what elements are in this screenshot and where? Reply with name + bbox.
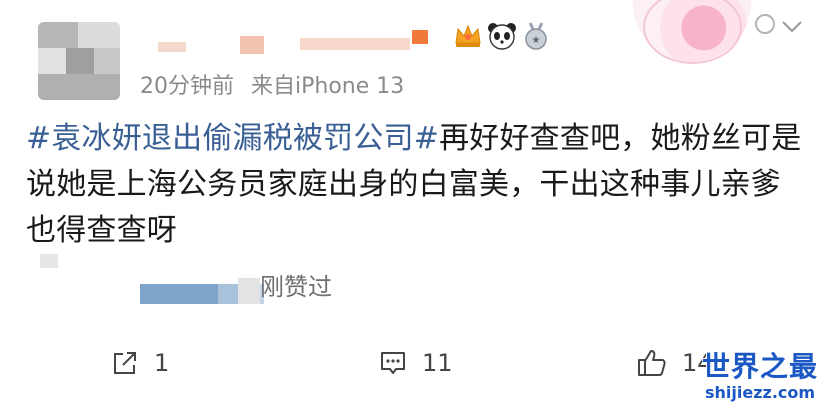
svg-text:★: ★ xyxy=(532,35,541,46)
blurred-mark xyxy=(40,254,58,268)
comment-icon xyxy=(381,352,405,374)
post-timestamp: 20分钟前 xyxy=(140,74,234,99)
watermark-url: shijiezz.com xyxy=(704,383,816,402)
user-badges: ★ xyxy=(452,20,552,52)
post-source: 来自iPhone 13 xyxy=(251,74,405,99)
comment-button[interactable]: 11 xyxy=(378,348,453,378)
circle-icon xyxy=(755,14,775,34)
topic-link[interactable]: #袁冰妍退出偷漏税被罚公司# xyxy=(26,121,439,156)
medal-icon: ★ xyxy=(520,20,552,52)
post-content: #袁冰妍退出偷漏税被罚公司#再好好查查吧，她粉丝可是说她是上海公务员家庭出身的白… xyxy=(26,116,806,254)
comment-count: 11 xyxy=(422,349,453,377)
repost-button[interactable]: 1 xyxy=(110,348,169,378)
crown-icon xyxy=(452,20,484,52)
username-blurred[interactable] xyxy=(150,30,440,54)
card-sticker-decoration xyxy=(633,0,751,64)
thumbs-up-icon xyxy=(638,350,666,376)
panda-icon xyxy=(486,20,518,52)
watermark-title: 世界之最 xyxy=(702,350,819,383)
share-icon xyxy=(114,352,136,374)
avatar[interactable] xyxy=(38,22,120,100)
liked-label: 刚赞过 xyxy=(260,273,332,301)
repost-count: 1 xyxy=(154,349,170,377)
post-meta: 20分钟前 来自iPhone 13 xyxy=(140,68,404,100)
site-watermark: 世界之最 shijiezz.com xyxy=(702,345,818,402)
chevron-down-icon[interactable] xyxy=(780,16,804,36)
